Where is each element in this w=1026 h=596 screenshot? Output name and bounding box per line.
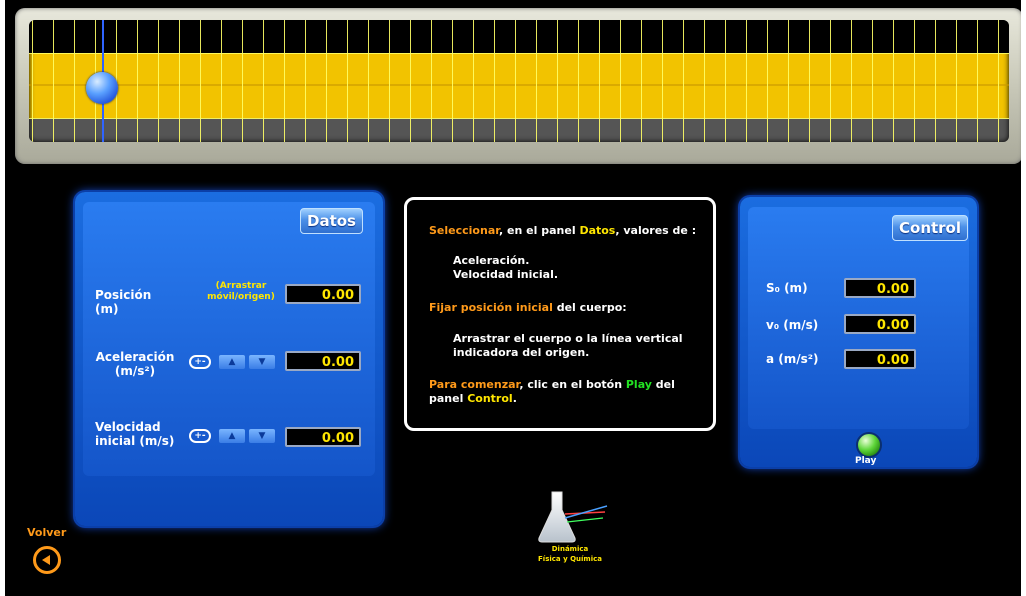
instructions-item-2: Velocidad inicial. [453, 268, 559, 281]
track-grid-vline [452, 20, 453, 142]
instructions-line-4: Para comenzar, clic en el botón Play del [429, 378, 675, 391]
datos-panel-title: Datos [300, 208, 363, 234]
play-button[interactable] [856, 432, 882, 458]
track-grid-vline [935, 20, 936, 142]
track-grid-vline [599, 20, 600, 142]
instructions-line-3a: Arrastrar el cuerpo o la línea vertical [453, 332, 683, 345]
track-grid-vline [578, 20, 579, 142]
posicion-value: 0.00 [285, 284, 361, 304]
datos-panel: Datos Posición (m) (Arrastrar móvil/orig… [75, 192, 383, 526]
drag-hint: (Arrastrar móvil/origen) [207, 281, 275, 302]
track-grid-vline [410, 20, 411, 142]
aceleracion-sign-toggle-button[interactable]: +- [189, 355, 211, 369]
aceleracion-value: 0.00 [285, 351, 361, 371]
track-grid-vline [767, 20, 768, 142]
track-grid-vline [32, 20, 33, 142]
a-value: 0.00 [844, 349, 916, 369]
track-grid-vline [305, 20, 306, 142]
track-grid-vline [536, 20, 537, 142]
track-grid-vline [284, 20, 285, 142]
track-grid-vline [326, 20, 327, 142]
track-grid-vline [515, 20, 516, 142]
control-panel: Control S₀ (m) 0.00 v₀ (m/s) 0.00 a (m/s… [740, 197, 977, 467]
track-grid-vline [263, 20, 264, 142]
track-grid-vline [389, 20, 390, 142]
motion-track [29, 20, 1009, 142]
track-grid-vline [956, 20, 957, 142]
track-grid-vline [431, 20, 432, 142]
track-grid-vline [809, 20, 810, 142]
instructions-item-1: Aceleración. [453, 254, 530, 267]
flask-icon [538, 491, 608, 543]
moving-body-ball[interactable] [86, 72, 118, 104]
track-grid-vline [137, 20, 138, 142]
control-panel-title: Control [892, 215, 969, 241]
instructions-box: Seleccionar, en el panel Datos, valores … [404, 197, 716, 431]
track-grid-vline [725, 20, 726, 142]
track-grid-hline-bottom [29, 118, 1009, 119]
velocidad-value: 0.00 [285, 427, 361, 447]
track-grid-vline [158, 20, 159, 142]
simulation-stage: Datos Posición (m) (Arrastrar móvil/orig… [5, 0, 1021, 596]
track-grid-vline [704, 20, 705, 142]
track-grid-vline [998, 20, 999, 142]
s0-value: 0.00 [844, 278, 916, 298]
track-grid-vline [557, 20, 558, 142]
instructions-line-2: Fijar posición inicial del cuerpo: [429, 301, 627, 314]
track-grid-vline [746, 20, 747, 142]
track-grid-vline [851, 20, 852, 142]
track-grid-vline [683, 20, 684, 142]
track-grid-vline [914, 20, 915, 142]
velocidad-sign-toggle-button[interactable]: +- [189, 429, 211, 443]
track-grid-vline [620, 20, 621, 142]
track-grid-vline [788, 20, 789, 142]
track-grid-vline [662, 20, 663, 142]
track-grid-vline [494, 20, 495, 142]
track-grid-hline-top [29, 53, 1009, 54]
back-button[interactable] [33, 546, 61, 574]
aceleracion-increase-button[interactable]: ▲ [219, 355, 245, 369]
instructions-line-3b: indicadora del origen. [453, 346, 590, 359]
track-grid-vline [641, 20, 642, 142]
v0-label: v₀ (m/s) [766, 318, 819, 332]
track-grid-vline [74, 20, 75, 142]
track-grid-vline [53, 20, 54, 142]
play-label: Play [855, 456, 877, 466]
v0-value: 0.00 [844, 314, 916, 334]
track-frame [15, 8, 1021, 164]
velocidad-label: Velocidad inicial (m/s) [95, 420, 175, 448]
track-grid-vline [473, 20, 474, 142]
track-grid-vline [242, 20, 243, 142]
track-grid-vline [872, 20, 873, 142]
instructions-line-1: Seleccionar, en el panel Datos, valores … [429, 224, 697, 237]
track-grid-vline [221, 20, 222, 142]
track-center-stripe [29, 84, 1009, 86]
posicion-label: Posición (m) [95, 288, 152, 316]
instructions-line-5: panel Control. [429, 392, 517, 405]
volver-label: Volver [27, 526, 67, 539]
aceleracion-decrease-button[interactable]: ▼ [249, 355, 275, 369]
velocidad-increase-button[interactable]: ▲ [219, 429, 245, 443]
a-label: a (m/s²) [766, 352, 819, 366]
track-grid-vline [200, 20, 201, 142]
track-grid-vline [893, 20, 894, 142]
track-grid-vline [977, 20, 978, 142]
flask-logo [535, 488, 625, 548]
velocidad-decrease-button[interactable]: ▼ [249, 429, 275, 443]
aceleracion-label: Aceleración (m/s²) [95, 350, 175, 378]
logo-line-1: Dinámica [551, 545, 589, 553]
track-grid-vline [368, 20, 369, 142]
track-grid-vline [830, 20, 831, 142]
s0-label: S₀ (m) [766, 281, 808, 295]
track-grid-vline [347, 20, 348, 142]
logo-line-2: Física y Química [538, 555, 602, 563]
track-grid-vline [179, 20, 180, 142]
